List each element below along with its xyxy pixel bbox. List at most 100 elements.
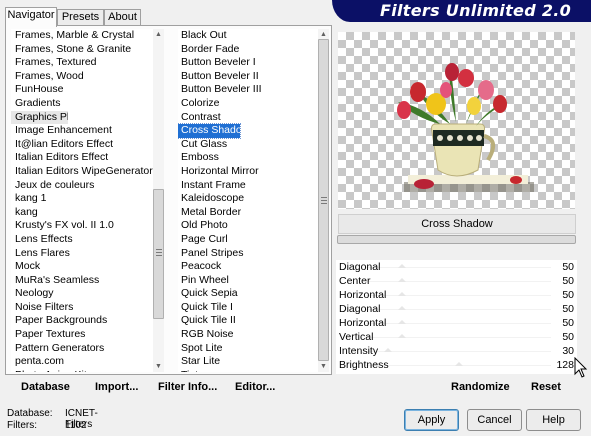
filter-item[interactable]: Spot Lite <box>178 342 318 356</box>
scroll-up-icon[interactable]: ▲ <box>153 29 164 40</box>
tab-navigator[interactable]: Navigator <box>5 7 57 27</box>
category-item[interactable]: Jeux de couleurs <box>11 179 153 193</box>
param-slider[interactable]: Diagonal 50 <box>336 302 577 316</box>
filter-item[interactable]: Panel Stripes <box>178 247 318 261</box>
category-list[interactable]: Frames, Marble & Crystal Frames, Stone & … <box>11 29 153 372</box>
slider-knob[interactable] <box>398 292 407 296</box>
filter-item[interactable]: Cut Glass <box>178 138 318 152</box>
import-button[interactable]: Import... <box>95 381 138 393</box>
filter-scrollbar[interactable]: ▲ ▼ <box>318 29 329 372</box>
database-button[interactable]: Database <box>21 381 70 393</box>
filter-item[interactable]: Button Beveler I <box>178 56 318 70</box>
category-item[interactable]: Photo Aging Kit <box>11 369 153 372</box>
slider-track[interactable] <box>366 323 551 324</box>
filter-info-button[interactable]: Filter Info... <box>158 381 217 393</box>
category-item[interactable]: Frames, Marble & Crystal <box>11 29 153 43</box>
filter-item[interactable]: Instant Frame <box>178 179 318 193</box>
filter-item[interactable]: Old Photo <box>178 219 318 233</box>
param-slider[interactable]: Horizontal 50 <box>336 288 577 302</box>
filter-item[interactable]: Tint <box>178 369 318 372</box>
category-item[interactable]: penta.com <box>11 355 153 369</box>
category-item[interactable]: Gradients <box>11 97 153 111</box>
param-slider[interactable]: Center 50 <box>336 274 577 288</box>
slider-knob[interactable] <box>398 320 407 324</box>
slider-knob[interactable] <box>454 362 463 366</box>
category-item[interactable]: Neology <box>11 287 153 301</box>
mouse-cursor-icon <box>574 357 588 378</box>
filter-item[interactable]: Cross Shadow <box>178 123 241 139</box>
filter-item[interactable]: Border Fade <box>178 43 318 57</box>
scroll-thumb[interactable] <box>153 189 164 319</box>
filter-item[interactable]: Kaleidoscope <box>178 192 318 206</box>
filter-item[interactable]: Button Beveler III <box>178 83 318 97</box>
slider-track[interactable] <box>366 351 551 352</box>
slider-track[interactable] <box>366 267 551 268</box>
slider-track[interactable] <box>366 309 551 310</box>
param-slider[interactable]: Intensity 30 <box>336 344 577 358</box>
filter-item[interactable]: Metal Border <box>178 206 318 220</box>
preview-pane[interactable] <box>338 32 575 209</box>
scroll-down-icon[interactable]: ▼ <box>153 361 164 372</box>
category-item[interactable]: Frames, Wood <box>11 70 153 84</box>
category-item[interactable]: Frames, Stone & Granite <box>11 43 153 57</box>
cancel-button[interactable]: Cancel <box>467 409 522 431</box>
tab-about[interactable]: About <box>104 9 141 26</box>
slider-knob[interactable] <box>398 306 407 310</box>
category-item[interactable]: Mock <box>11 260 153 274</box>
slider-knob[interactable] <box>398 334 407 338</box>
filter-list[interactable]: Black Out Border Fade Button Beveler I Butt… <box>178 29 318 372</box>
category-item[interactable]: Lens Effects <box>11 233 153 247</box>
slider-track[interactable] <box>366 295 551 296</box>
category-item[interactable]: Paper Textures <box>11 328 153 342</box>
scroll-thumb[interactable] <box>318 39 329 361</box>
category-item[interactable]: Frames, Textured <box>11 56 153 70</box>
category-item[interactable]: It@lian Editors Effect <box>11 138 153 152</box>
slider-track[interactable] <box>366 281 551 282</box>
filter-item[interactable]: Button Beveler II <box>178 70 318 84</box>
filter-item[interactable]: Contrast <box>178 111 318 125</box>
category-item[interactable]: MuRa's Seamless <box>11 274 153 288</box>
param-slider[interactable]: Brightness 128 <box>336 358 577 372</box>
randomize-button[interactable]: Randomize <box>451 381 510 393</box>
filter-item[interactable]: Star Lite <box>178 355 318 369</box>
tab-presets[interactable]: Presets <box>57 9 104 26</box>
category-scrollbar[interactable]: ▲ ▼ <box>153 29 164 372</box>
filter-item[interactable]: Emboss <box>178 151 318 165</box>
category-item[interactable]: Graphics Plus <box>11 110 68 125</box>
filter-item[interactable]: Pin Wheel <box>178 274 318 288</box>
category-item[interactable]: kang <box>11 206 153 220</box>
filter-item[interactable]: Quick Tile II <box>178 314 318 328</box>
filter-item[interactable]: Horizontal Mirror <box>178 165 318 179</box>
category-item[interactable]: Lens Flares <box>11 247 153 261</box>
param-label: Center <box>339 275 371 287</box>
param-slider[interactable]: Vertical 50 <box>336 330 577 344</box>
filter-item[interactable]: RGB Noise <box>178 328 318 342</box>
category-item[interactable]: Noise Filters <box>11 301 153 315</box>
editor-button[interactable]: Editor... <box>235 381 275 393</box>
filter-item[interactable]: Quick Sepia <box>178 287 318 301</box>
param-slider[interactable]: Diagonal 50 <box>336 260 577 274</box>
filter-item[interactable]: Quick Tile I <box>178 301 318 315</box>
scroll-down-icon[interactable]: ▼ <box>318 361 329 372</box>
reset-button[interactable]: Reset <box>531 381 561 393</box>
category-item[interactable]: Krusty's FX vol. II 1.0 <box>11 219 153 233</box>
category-item[interactable]: kang 1 <box>11 192 153 206</box>
slider-knob[interactable] <box>398 278 407 282</box>
apply-button[interactable]: Apply <box>404 409 459 431</box>
category-item[interactable]: Italian Editors Effect <box>11 151 153 165</box>
category-item[interactable]: Pattern Generators <box>11 342 153 356</box>
filter-item[interactable]: Page Curl <box>178 233 318 247</box>
param-slider[interactable]: Horizontal 50 <box>336 316 577 330</box>
slider-knob[interactable] <box>398 264 407 268</box>
slider-knob[interactable] <box>383 348 392 352</box>
filter-item[interactable]: Black Out <box>178 29 318 43</box>
category-item[interactable]: Italian Editors WipeGenerator <box>11 165 153 179</box>
slider-track[interactable] <box>366 337 551 338</box>
category-item[interactable]: Paper Backgrounds <box>11 314 153 328</box>
category-item[interactable]: Image Enhancement <box>11 124 153 138</box>
help-button[interactable]: Help <box>526 409 581 431</box>
parameter-sliders: Diagonal 50 Center 50 Horizontal 50 Diagonal 50… <box>336 260 577 374</box>
category-item[interactable]: FunHouse <box>11 83 153 97</box>
filter-item[interactable]: Peacock <box>178 260 318 274</box>
filter-item[interactable]: Colorize <box>178 97 318 111</box>
